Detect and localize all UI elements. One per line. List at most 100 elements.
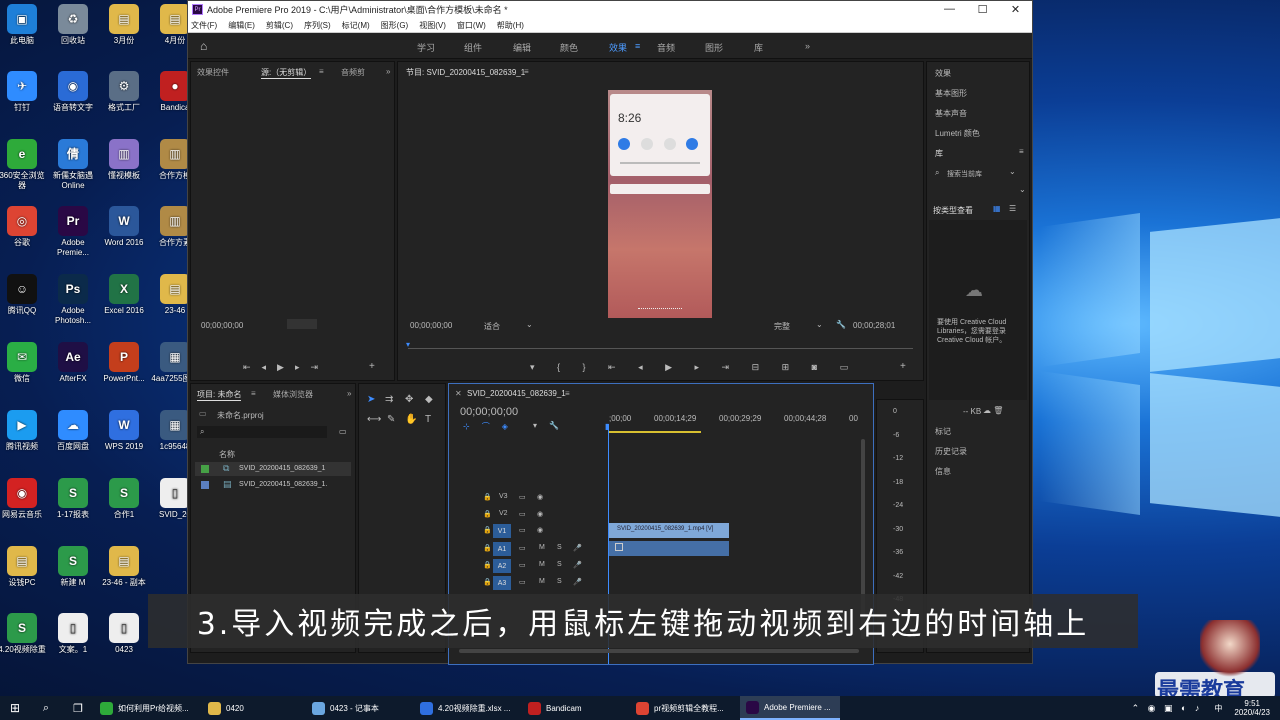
desktop-icon[interactable]: X Excel 2016 (99, 274, 149, 316)
mute-button[interactable]: M (539, 561, 545, 568)
panel-essential-sound[interactable]: 基本声音 (935, 108, 967, 119)
view-by-type-dropdown[interactable]: 按类型查看 (933, 205, 973, 216)
desktop-icon[interactable]: Ae AfterFX (48, 342, 98, 384)
desktop-icon[interactable]: ◎ 谷歌 (0, 206, 47, 248)
taskbar-app[interactable]: pr视频剪辑全教程... (630, 696, 740, 720)
more-workspaces-icon[interactable]: » (805, 41, 810, 51)
microphone-icon[interactable]: 🎤 (573, 544, 582, 552)
lock-icon[interactable]: 🔒 (483, 493, 492, 501)
desktop-icon[interactable]: e 360安全浏览器 (0, 139, 47, 191)
mute-button[interactable]: M (539, 544, 545, 551)
lock-icon[interactable]: 🔒 (483, 526, 492, 534)
sync-icon[interactable]: ▭ (519, 578, 526, 586)
program-transport-controls[interactable]: ▾ { } ⇤ ◂ ▶ ▸ ⇥ ⊟ ⊞ ◙ ▭ (530, 362, 858, 373)
source-transport-controls[interactable]: ⇤◂▶▸⇥ (243, 362, 329, 373)
desktop-icon[interactable]: S 4.20视频除重 (0, 613, 47, 655)
menu-clip[interactable]: 剪辑(C) (266, 20, 293, 31)
workspace-learn[interactable]: 学习 (417, 41, 435, 54)
panel-essential-graphics[interactable]: 基本图形 (935, 88, 967, 99)
more-panels-icon[interactable]: » (386, 67, 390, 76)
work-area-bar[interactable] (609, 431, 701, 433)
desktop-icon[interactable]: ◉ 语音转文字 (48, 71, 98, 113)
panel-history[interactable]: 历史记录 (935, 446, 967, 457)
taskbar-app[interactable]: Bandicam (522, 696, 630, 720)
panel-chevron-down-icon[interactable]: ⌄ (1019, 185, 1026, 194)
libraries-menu-icon[interactable]: ≡ (1019, 147, 1024, 156)
title-bar[interactable]: Pr Adobe Premiere Pro 2019 - C:\用户\Admin… (188, 1, 1032, 18)
workspace-color[interactable]: 颜色 (560, 41, 578, 54)
tab-media-browser[interactable]: 媒体浏览器 (273, 389, 313, 400)
workspace-effects[interactable]: 效果 (609, 41, 627, 54)
workspace-graphics[interactable]: 图形 (705, 41, 723, 54)
ripple-edit-tool-icon[interactable]: ✥ (405, 394, 413, 405)
list-item[interactable]: ▤ SVID_20200415_082639_1. (195, 478, 351, 492)
type-tool-icon[interactable]: T (425, 414, 431, 425)
taskbar-app[interactable]: 0423 - 记事本 (306, 696, 414, 720)
desktop-icon[interactable]: S 新建 M (48, 546, 98, 588)
video-clip[interactable]: SVID_20200415_082639_1.mp4 [V] (609, 523, 729, 538)
track-label-a3[interactable]: A3 (493, 576, 511, 590)
desktop-icon[interactable]: ✈ 钉钉 (0, 71, 47, 113)
library-footer-icons[interactable]: ☁ 🗑 (983, 406, 1003, 415)
timeline-tab[interactable]: SVID_20200415_082639_1 (467, 389, 566, 398)
desktop-icon[interactable]: 倩新儒女脑遇Online (48, 139, 98, 191)
minimize-button[interactable]: — (933, 3, 966, 16)
track-label-a2[interactable]: A2 (493, 559, 511, 573)
program-menu-icon[interactable]: ≡ (524, 67, 529, 76)
workspace-editing[interactable]: 编辑 (513, 41, 531, 54)
program-add-icon[interactable]: + (900, 361, 906, 372)
desktop-icon[interactable]: ▣ 此电脑 (0, 4, 47, 46)
quality-dropdown-chevron-down-icon[interactable]: ⌄ (816, 320, 823, 329)
solo-button[interactable]: S (557, 578, 562, 585)
audio-clip[interactable] (609, 541, 729, 556)
menu-view[interactable]: 视图(V) (419, 20, 446, 31)
lock-icon[interactable]: 🔒 (483, 561, 492, 569)
menu-marker[interactable]: 标记(M) (342, 20, 370, 31)
taskbar-clock[interactable]: 9:51 2020/4/23 (1228, 696, 1280, 720)
source-add-icon[interactable]: + (369, 361, 375, 372)
taskbar-app[interactable]: 4.20视频除重.xlsx ... (414, 696, 522, 720)
workspace-assembly[interactable]: 组件 (464, 41, 482, 54)
panel-markers[interactable]: 标记 (935, 426, 951, 437)
microphone-icon[interactable]: 🎤 (573, 578, 582, 586)
desktop-icon[interactable]: W Word 2016 (99, 206, 149, 248)
tab-project[interactable]: 项目: 未命名 (197, 389, 242, 401)
tab-effect-controls[interactable]: 效果控件 (197, 67, 229, 78)
menu-edit[interactable]: 编辑(E) (228, 20, 255, 31)
sync-icon[interactable]: ▭ (519, 526, 526, 534)
sync-icon[interactable]: ▭ (519, 493, 526, 501)
menu-help[interactable]: 帮助(H) (497, 20, 524, 31)
desktop-icon[interactable]: P PowerPnt... (99, 342, 149, 384)
track-label-a1[interactable]: A1 (493, 542, 511, 556)
library-search-input[interactable]: 搜索当前库 (947, 169, 982, 179)
panel-lumetri-color[interactable]: Lumetri 颜色 (935, 128, 980, 139)
desktop-icon[interactable]: ⚙ 格式工厂 (99, 71, 149, 113)
new-bin-icon[interactable]: ▭ (339, 427, 347, 436)
eye-icon[interactable]: ◉ (537, 493, 543, 501)
fit-dropdown[interactable]: 适合 (484, 321, 500, 332)
start-button[interactable]: ⊞ (0, 696, 30, 720)
menu-window[interactable]: 窗口(W) (457, 20, 486, 31)
solo-button[interactable]: S (557, 561, 562, 568)
menu-file[interactable]: 文件(F) (191, 20, 217, 31)
tab-audio-clip-mixer[interactable]: 音频剪 (341, 67, 365, 78)
solo-button[interactable]: S (557, 544, 562, 551)
track-label-v3[interactable]: V3 (499, 493, 508, 500)
home-icon[interactable]: ⌂ (200, 39, 207, 53)
more-panels-icon[interactable]: » (347, 389, 351, 398)
lock-icon[interactable]: 🔒 (483, 544, 492, 552)
program-video-frame[interactable]: 8:26 (608, 90, 712, 318)
list-item[interactable]: ⧉ SVID_20200415_082639_1 (195, 462, 351, 476)
desktop-icon[interactable]: S 合作1 (99, 478, 149, 520)
name-column-header[interactable]: 名称 (219, 449, 235, 460)
track-label-v1[interactable]: V1 (493, 524, 511, 538)
program-scrubber[interactable] (408, 348, 913, 349)
desktop-icon[interactable]: ▤ 23-46 - 副本 (99, 546, 149, 588)
sync-icon[interactable]: ▭ (519, 544, 526, 552)
timeline-close-icon[interactable]: ✕ (455, 389, 462, 398)
desktop-icon[interactable]: ▤ 3月份 (99, 4, 149, 46)
maximize-button[interactable]: ☐ (966, 3, 999, 16)
razor-tool-icon[interactable]: ◆ (425, 394, 433, 405)
close-button[interactable]: ✕ (999, 3, 1032, 16)
lock-icon[interactable]: 🔒 (483, 510, 492, 518)
